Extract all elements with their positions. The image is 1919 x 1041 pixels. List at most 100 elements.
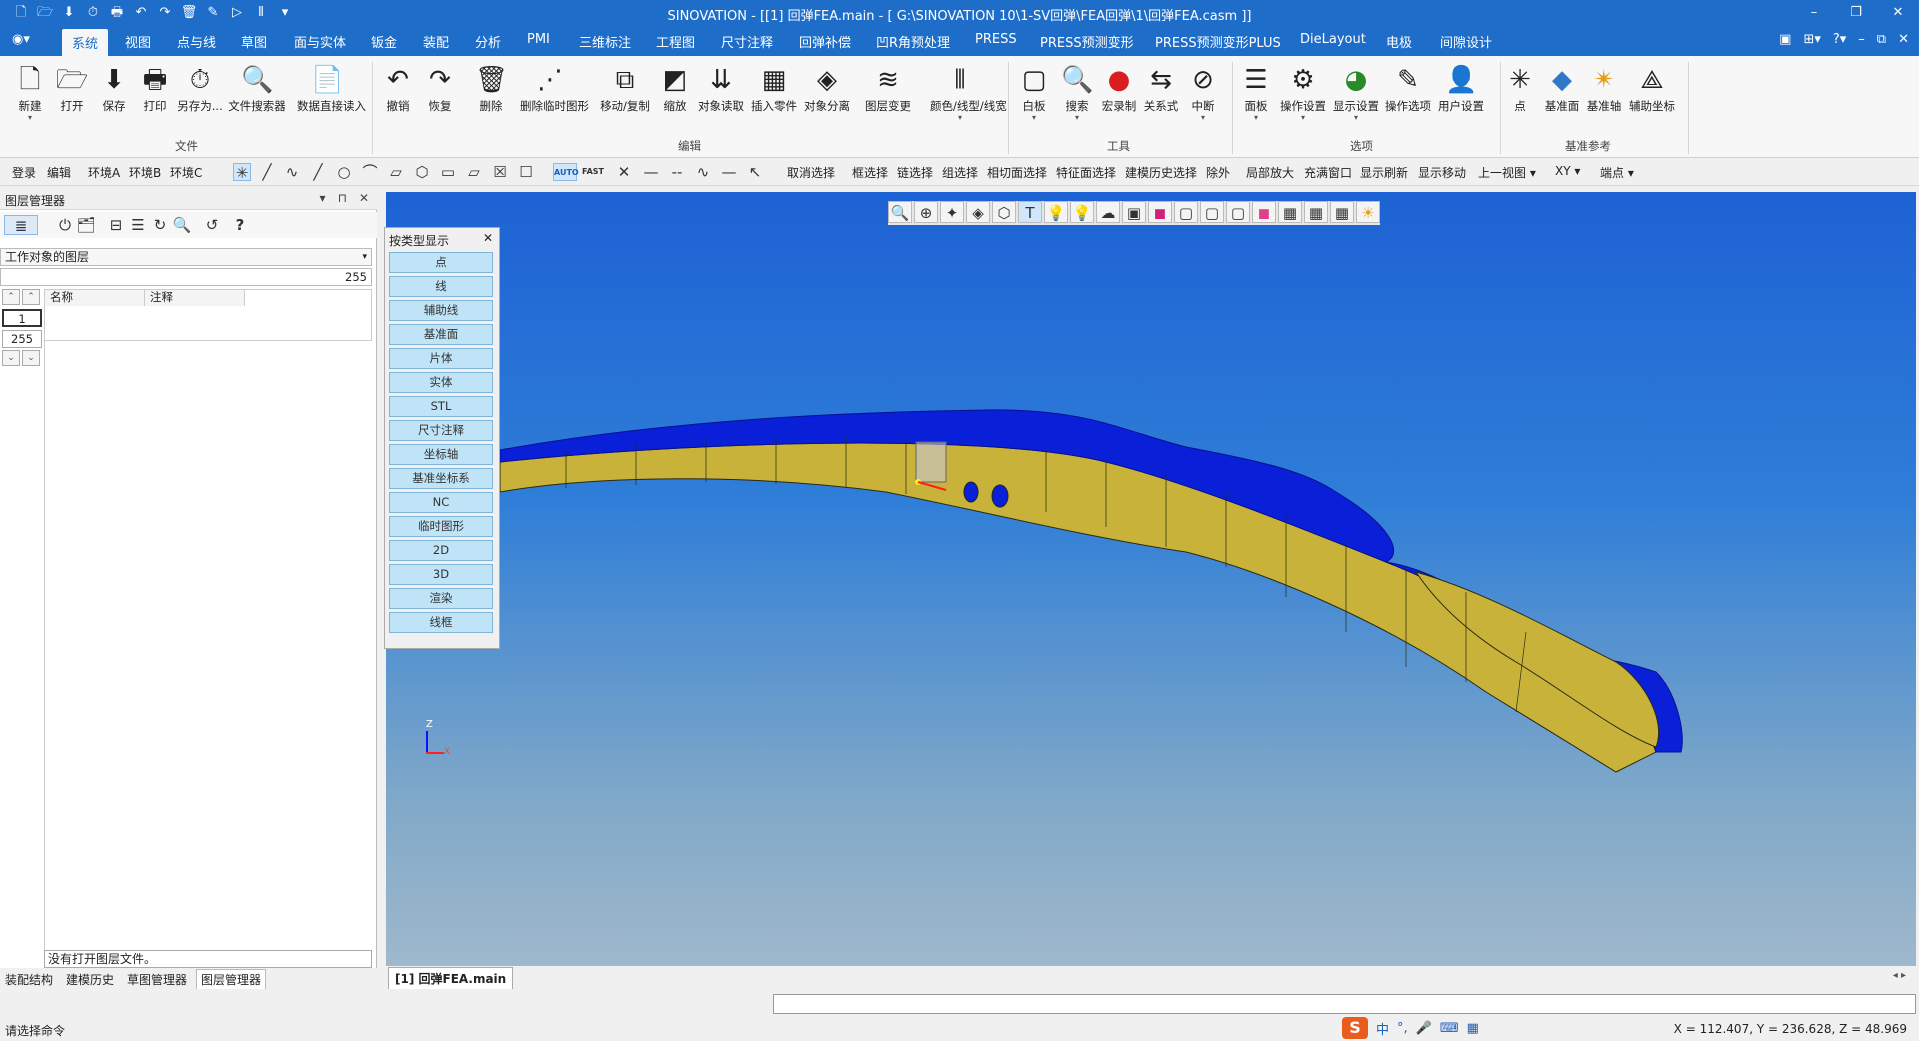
fit-window-button[interactable]: 充满窗口 [1304,164,1352,181]
layer-list-icon[interactable]: ≣ [4,215,38,235]
aux-coord-button[interactable]: ⟁ 辅助坐标 [1622,64,1682,114]
user-settings-button[interactable]: 👤 用户设置 [1431,64,1491,114]
type-render-button[interactable]: 渲染 [389,588,493,609]
power-icon[interactable]: ⏻ [55,215,75,235]
tab-fillet-preprocess[interactable]: 凹R角预处理 [876,32,950,51]
type-dimension-button[interactable]: 尺寸注释 [389,420,493,441]
tab-springback[interactable]: 回弹补偿 [799,32,851,51]
direct-read-button[interactable]: 📄 数据直接读入 [297,64,366,114]
env-b-button[interactable]: 环境B [129,164,161,181]
thin-line-icon[interactable]: — [720,163,738,181]
arc-draw-icon[interactable]: ⌒ [361,163,379,181]
delete-temp-button[interactable]: ⋰ 删除临时图形 [520,64,589,114]
doc-restore-button[interactable]: ⧉ [1877,32,1886,47]
section-icon[interactable]: ▣ [1122,201,1146,223]
panel-close-icon[interactable]: ✕ [359,191,369,205]
history-select-button[interactable]: 建模历史选择 [1125,164,1197,181]
save-as-button[interactable]: ⏱ 另存为... [170,64,230,114]
point-draw-icon[interactable]: ✳ [233,163,251,182]
tab-assembly-structure[interactable]: 装配结构 [5,971,53,988]
operation-options-button[interactable]: ✎ 操作选项 [1378,64,1438,114]
dashed-line-icon[interactable]: -- [668,163,686,181]
column-header-name[interactable]: 名称 [45,290,145,306]
solid-draw-icon[interactable]: ⬡ [413,163,431,181]
prev-view-dropdown[interactable]: 上一视图 ▾ [1478,164,1536,181]
tab-modeling-history[interactable]: 建模历史 [66,971,114,988]
panel-dropdown-icon[interactable]: ▾ [320,191,326,205]
view-cube-icon[interactable]: ◈ [966,201,990,223]
exclude-button[interactable]: 除外 [1206,164,1230,181]
minimize-button[interactable]: – [1793,0,1835,26]
display-settings-button[interactable]: ◕ 显示设置 ▾ [1326,64,1386,122]
max-layer-field[interactable]: 255 [2,330,42,348]
circle-draw-icon[interactable]: ○ [335,163,353,181]
intersect-icon[interactable]: ✕ [615,163,633,181]
insert-part-button[interactable]: ▦ 插入零件 [744,64,804,114]
layout-icon[interactable]: ▣ [1779,32,1791,47]
part-model[interactable] [386,192,1916,966]
command-input[interactable] [773,994,1916,1014]
layer-group-icon[interactable]: ⊟ [106,215,126,235]
interrupt-button[interactable]: ⊘ 中断 ▾ [1173,64,1233,122]
layer-filter-select[interactable]: 工作对象的图层 ▾ [0,248,372,266]
ime-menu-icon[interactable]: ▦ [1467,1021,1479,1036]
spin-bottom-icon[interactable]: ⌄ [22,350,40,366]
light-icon[interactable]: 💡 [1044,201,1068,223]
document-tab-main[interactable]: [1] 回弹FEA.main [388,967,514,989]
type-filter-icon[interactable]: T [1018,201,1042,223]
sun-icon[interactable]: ☀ [1356,201,1380,223]
tab-surface-solid[interactable]: 面与实体 [294,32,346,51]
side-view-icon[interactable]: ▢ [1226,201,1250,223]
zoom-icon[interactable]: 🔍 [888,201,912,223]
close-button[interactable]: ✕ [1877,0,1919,26]
tab-drawing[interactable]: 工程图 [656,32,695,51]
zoom-fit-icon[interactable]: ✦ [940,201,964,223]
solid-line-icon[interactable]: — [642,163,660,181]
spin-up-icon[interactable]: ⌃ [2,289,20,305]
chain-select-button[interactable]: 链选择 [897,164,933,181]
type-line-button[interactable]: 线 [389,276,493,297]
sync-icon[interactable]: ↻ [150,215,170,235]
fast-toggle[interactable]: FAST [581,163,605,181]
list-icon[interactable]: ☰ [128,215,148,235]
grid2-icon[interactable]: ▦ [1304,201,1328,223]
tab-view[interactable]: 视图 [125,32,151,51]
tab-scroll-icon[interactable]: ◂ ▸ [1893,970,1906,981]
doc-minimize-button[interactable]: – [1858,32,1865,47]
tab-sheetmetal[interactable]: 钣金 [371,32,397,51]
type-point-button[interactable]: 点 [389,252,493,273]
surface-draw-icon[interactable]: ▱ [465,163,483,181]
tab-electrode[interactable]: 电极 [1386,32,1412,51]
env-a-button[interactable]: 环境A [88,164,120,181]
window-layout-icon[interactable]: ⊞▾ [1803,32,1820,47]
rect-draw-icon[interactable]: ▭ [439,163,457,181]
type-temp-graphic-button[interactable]: 临时图形 [389,516,493,537]
type-stl-button[interactable]: STL [389,396,493,417]
tab-assembly[interactable]: 装配 [423,32,449,51]
type-datum-plane-button[interactable]: 基准面 [389,324,493,345]
current-layer-field[interactable]: 1 [2,309,42,327]
light2-icon[interactable]: 💡 [1070,201,1094,223]
tangent-select-button[interactable]: 相切面选择 [987,164,1047,181]
zoom-in-icon[interactable]: ⊕ [914,201,938,223]
object-read-button[interactable]: ⇊ 对象读取 [691,64,751,114]
tab-press-predict-plus[interactable]: PRESS预测变形PLUS [1155,32,1281,51]
type-axis-button[interactable]: 坐标轴 [389,444,493,465]
line2-draw-icon[interactable]: ╱ [309,163,327,181]
tab-clearance-design[interactable]: 间隙设计 [1440,32,1492,51]
ime-chinese-icon[interactable]: 中 [1376,1019,1389,1038]
microphone-icon[interactable]: 🎤 [1416,1021,1432,1036]
layer-stack-icon[interactable]: 🗂 [76,215,96,235]
tab-layer-manager[interactable]: 图层管理器 [196,969,267,989]
type-wireframe-button[interactable]: 线框 [389,612,493,633]
refresh-button[interactable]: 显示刷新 [1360,164,1408,181]
env-c-button[interactable]: 环境C [170,164,202,181]
plane-dropdown[interactable]: XY ▾ [1555,164,1580,178]
type-nc-button[interactable]: NC [389,492,493,513]
operation-settings-button[interactable]: ⚙ 操作设置 ▾ [1273,64,1333,122]
type-sheet-button[interactable]: 片体 [389,348,493,369]
search-icon[interactable]: 🔍 [172,215,192,235]
type-panel-close-icon[interactable]: ✕ [483,231,493,245]
tab-sketch[interactable]: 草图 [241,32,267,51]
cursor-icon[interactable]: ↖ [746,163,764,181]
